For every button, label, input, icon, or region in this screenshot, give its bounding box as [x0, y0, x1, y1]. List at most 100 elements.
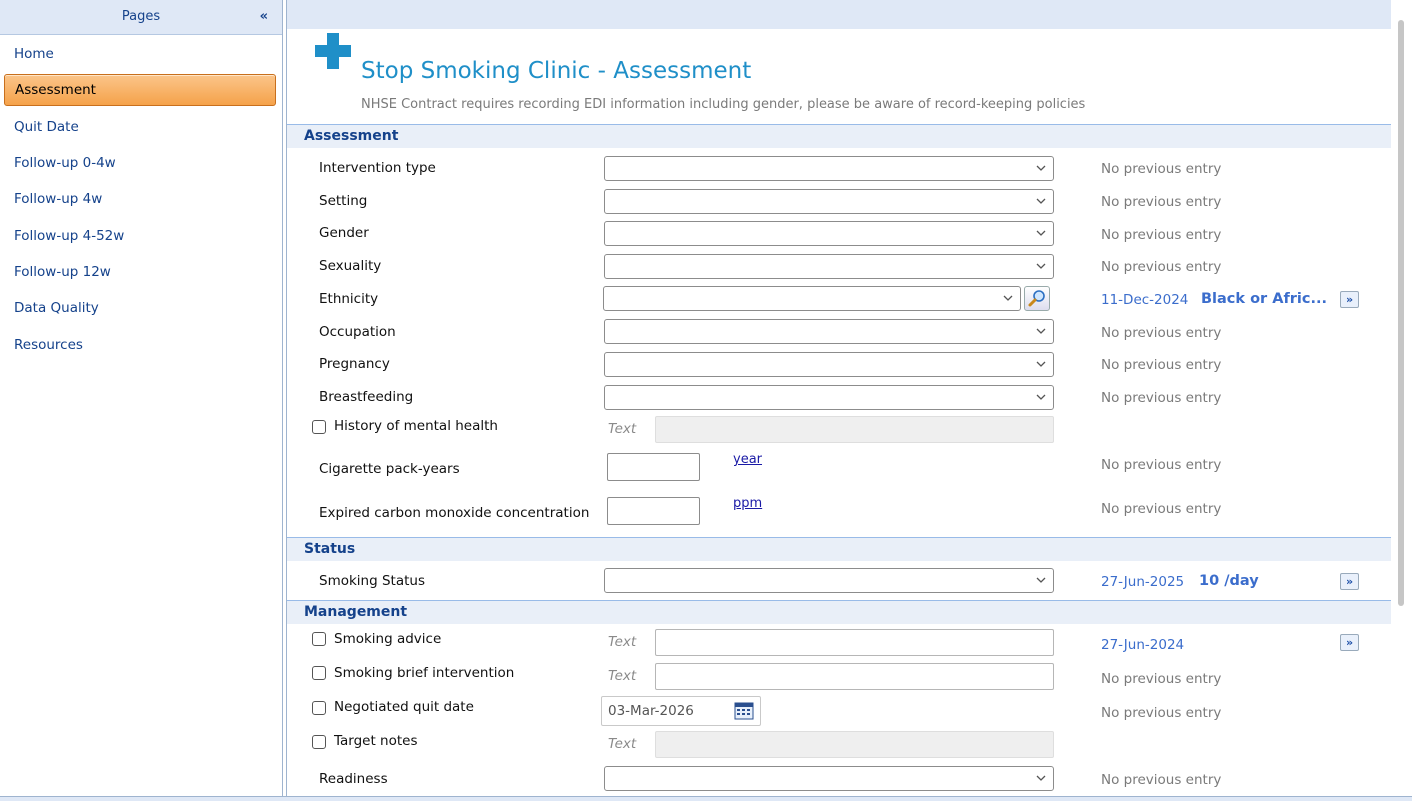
intervention-type-previous: No previous entry — [1101, 161, 1222, 177]
brief-intervention-text-placeholder: Text — [608, 668, 637, 684]
chevron-down-icon — [1036, 775, 1046, 781]
occupation-label: Occupation — [319, 324, 396, 340]
target-notes-checkbox[interactable] — [312, 735, 326, 749]
section-management-title: Management — [304, 604, 408, 620]
ethnicity-history-button[interactable]: » — [1340, 291, 1359, 308]
smoking-advice-previous-date: 27-Jun-2024 — [1101, 637, 1185, 653]
mental-health-text-input[interactable] — [655, 416, 1054, 443]
section-assessment-title: Assessment — [304, 128, 399, 144]
smoking-status-previous-date: 27-Jun-2025 — [1101, 574, 1185, 590]
chevron-down-icon — [1036, 198, 1046, 204]
gender-previous: No previous entry — [1101, 227, 1222, 243]
section-management-header: Management — [287, 600, 1391, 624]
vertical-scrollbar[interactable] — [1392, 0, 1412, 797]
quit-date-checkbox[interactable] — [312, 701, 326, 715]
co-unit-link[interactable]: ppm — [733, 496, 762, 511]
main-panel: Stop Smoking Clinic - Assessment NHSE Co… — [286, 0, 1391, 797]
smoking-status-select[interactable] — [604, 568, 1054, 593]
co-previous: No previous entry — [1101, 501, 1222, 517]
page-title: Stop Smoking Clinic - Assessment — [361, 58, 752, 84]
nav-resources[interactable]: Resources — [14, 337, 83, 353]
quit-date-input[interactable]: 03-Mar-2026 — [601, 696, 761, 726]
readiness-previous: No previous entry — [1101, 772, 1222, 788]
pack-years-unit-link[interactable]: year — [733, 452, 762, 467]
readiness-label: Readiness — [319, 771, 388, 787]
brief-intervention-previous: No previous entry — [1101, 671, 1222, 687]
section-status-title: Status — [304, 541, 356, 557]
chevron-down-icon — [1036, 361, 1046, 367]
top-bar — [287, 0, 1391, 29]
smoking-status-history-button[interactable]: » — [1340, 573, 1359, 590]
magnifier-icon — [1028, 290, 1045, 307]
clinic-logo-icon — [315, 33, 351, 69]
scrollbar-thumb[interactable] — [1398, 20, 1404, 606]
calendar-icon[interactable] — [734, 702, 754, 720]
chevron-down-icon — [1003, 295, 1013, 301]
mental-health-checkbox[interactable] — [312, 420, 326, 434]
sidebar-title: Pages — [121, 9, 161, 24]
readiness-select[interactable] — [604, 766, 1054, 791]
co-concentration-input[interactable] — [607, 497, 700, 525]
target-notes-text-placeholder: Text — [608, 736, 637, 752]
setting-label: Setting — [319, 193, 368, 209]
page-subtitle: NHSE Contract requires recording EDI inf… — [361, 97, 1086, 112]
nav-data-quality[interactable]: Data Quality — [14, 300, 99, 316]
pack-years-previous: No previous entry — [1101, 457, 1222, 473]
pregnancy-select[interactable] — [604, 352, 1054, 377]
sexuality-select[interactable] — [604, 254, 1054, 279]
brief-intervention-text-input[interactable] — [655, 663, 1054, 690]
mental-health-label: History of mental health — [334, 418, 498, 434]
pack-years-input[interactable] — [607, 453, 700, 481]
nav-follow-up-0-4w[interactable]: Follow-up 0-4w — [14, 155, 116, 171]
nav-quit-date[interactable]: Quit Date — [14, 119, 79, 135]
ethnicity-previous-value: Black or Afric... — [1201, 291, 1328, 307]
chevron-down-icon — [1036, 577, 1046, 583]
gender-label: Gender — [319, 225, 369, 241]
sidebar-header: Pages « — [0, 0, 282, 35]
ethnicity-label: Ethnicity — [319, 291, 379, 307]
breastfeeding-label: Breastfeeding — [319, 389, 414, 405]
smoking-advice-history-button[interactable]: » — [1340, 634, 1359, 651]
pregnancy-label: Pregnancy — [319, 356, 390, 372]
chevron-down-icon — [1036, 165, 1046, 171]
pregnancy-previous: No previous entry — [1101, 357, 1222, 373]
nav-assessment[interactable]: Assessment — [4, 74, 276, 106]
quit-date-label: Negotiated quit date — [334, 699, 474, 715]
smoking-advice-text-placeholder: Text — [608, 634, 637, 650]
setting-previous: No previous entry — [1101, 194, 1222, 210]
intervention-type-select[interactable] — [604, 156, 1054, 181]
nav-follow-up-4w[interactable]: Follow-up 4w — [14, 191, 102, 207]
target-notes-text-input[interactable] — [655, 731, 1054, 758]
pack-years-label: Cigarette pack-years — [319, 461, 460, 477]
chevron-down-icon — [1036, 328, 1046, 334]
smoking-advice-text-input[interactable] — [655, 629, 1054, 656]
quit-date-value: 03-Mar-2026 — [608, 703, 694, 719]
sexuality-label: Sexuality — [319, 258, 382, 274]
brief-intervention-label: Smoking brief intervention — [334, 665, 515, 681]
occupation-previous: No previous entry — [1101, 325, 1222, 341]
breastfeeding-select[interactable] — [604, 385, 1054, 410]
smoking-status-previous-value: 10 /day — [1199, 573, 1259, 589]
ethnicity-select[interactable] — [603, 286, 1021, 311]
chevron-down-icon — [1036, 394, 1046, 400]
ethnicity-previous-date: 11-Dec-2024 — [1101, 292, 1189, 308]
section-status-header: Status — [287, 537, 1391, 561]
nav-follow-up-12w[interactable]: Follow-up 12w — [14, 264, 111, 280]
co-concentration-label: Expired carbon monoxide concentration — [319, 505, 590, 521]
collapse-sidebar-button[interactable]: « — [260, 0, 268, 34]
intervention-type-label: Intervention type — [319, 160, 436, 176]
pages-sidebar: Pages « Home Assessment Quit Date Follow… — [0, 0, 283, 801]
nav-assessment-label: Assessment — [15, 82, 96, 98]
occupation-select[interactable] — [604, 319, 1054, 344]
mental-health-text-placeholder: Text — [608, 421, 637, 437]
setting-select[interactable] — [604, 189, 1054, 214]
nav-home[interactable]: Home — [14, 46, 54, 62]
target-notes-label: Target notes — [334, 733, 418, 749]
sexuality-previous: No previous entry — [1101, 259, 1222, 275]
smoking-advice-checkbox[interactable] — [312, 632, 326, 646]
gender-select[interactable] — [604, 221, 1054, 246]
ethnicity-lookup-button[interactable] — [1024, 286, 1050, 311]
section-assessment-header: Assessment — [287, 124, 1391, 148]
nav-follow-up-4-52w[interactable]: Follow-up 4-52w — [14, 228, 124, 244]
brief-intervention-checkbox[interactable] — [312, 666, 326, 680]
